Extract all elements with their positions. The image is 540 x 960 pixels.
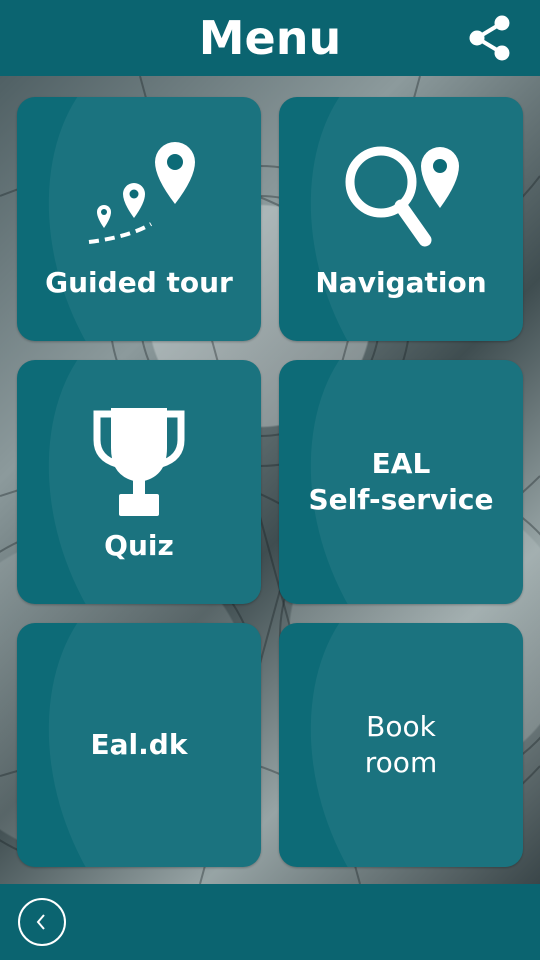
- eal-self-service-label: EAL Self-service: [279, 446, 523, 518]
- guided-tour-label: Guided tour: [45, 266, 233, 299]
- quiz-label: Quiz: [104, 529, 174, 562]
- share-icon: [469, 15, 510, 61]
- eal-self-service-tile[interactable]: EAL Self-service: [279, 360, 523, 604]
- trophy-icon: [93, 408, 185, 516]
- eal-self-service-line2: Self-service: [308, 483, 494, 516]
- share-button[interactable]: [464, 12, 516, 64]
- eal-dk-tile[interactable]: Eal.dk: [17, 623, 261, 867]
- book-room-line2: room: [364, 746, 438, 779]
- eal-self-service-line1: EAL: [371, 447, 431, 480]
- app-footer: [0, 884, 540, 960]
- app-header: Menu: [0, 0, 540, 76]
- book-room-tile[interactable]: Book room: [279, 623, 523, 867]
- book-room-label: Book room: [279, 709, 523, 781]
- book-room-line1: Book: [366, 710, 436, 743]
- back-button[interactable]: [18, 898, 66, 946]
- guided-tour-icon: [88, 142, 195, 244]
- back-icon: [36, 914, 45, 930]
- eal-dk-label: Eal.dk: [90, 728, 188, 761]
- navigation-search-icon: [345, 146, 459, 247]
- navigation-tile[interactable]: Navigation: [279, 97, 523, 341]
- guided-tour-tile[interactable]: Guided tour: [17, 97, 261, 341]
- page-title: Menu: [198, 11, 342, 65]
- quiz-tile[interactable]: Quiz: [17, 360, 261, 604]
- navigation-label: Navigation: [315, 266, 487, 299]
